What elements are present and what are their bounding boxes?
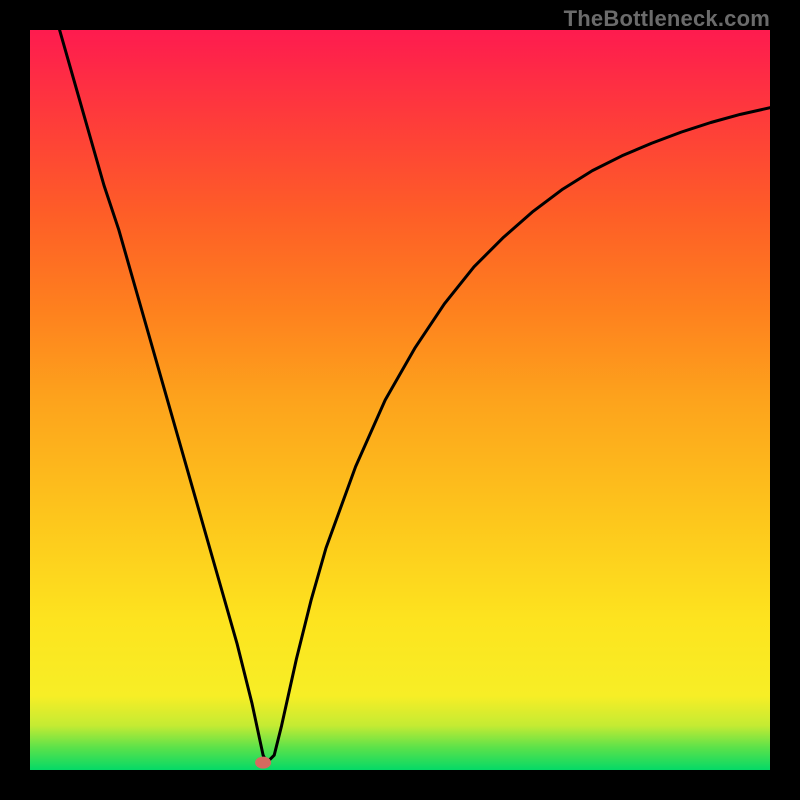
plot-area [30,30,770,770]
curve-layer [30,30,770,770]
bottleneck-curve [60,30,770,763]
chart-frame: TheBottleneck.com [0,0,800,800]
watermark-text: TheBottleneck.com [564,6,770,32]
minimum-marker [255,757,271,769]
